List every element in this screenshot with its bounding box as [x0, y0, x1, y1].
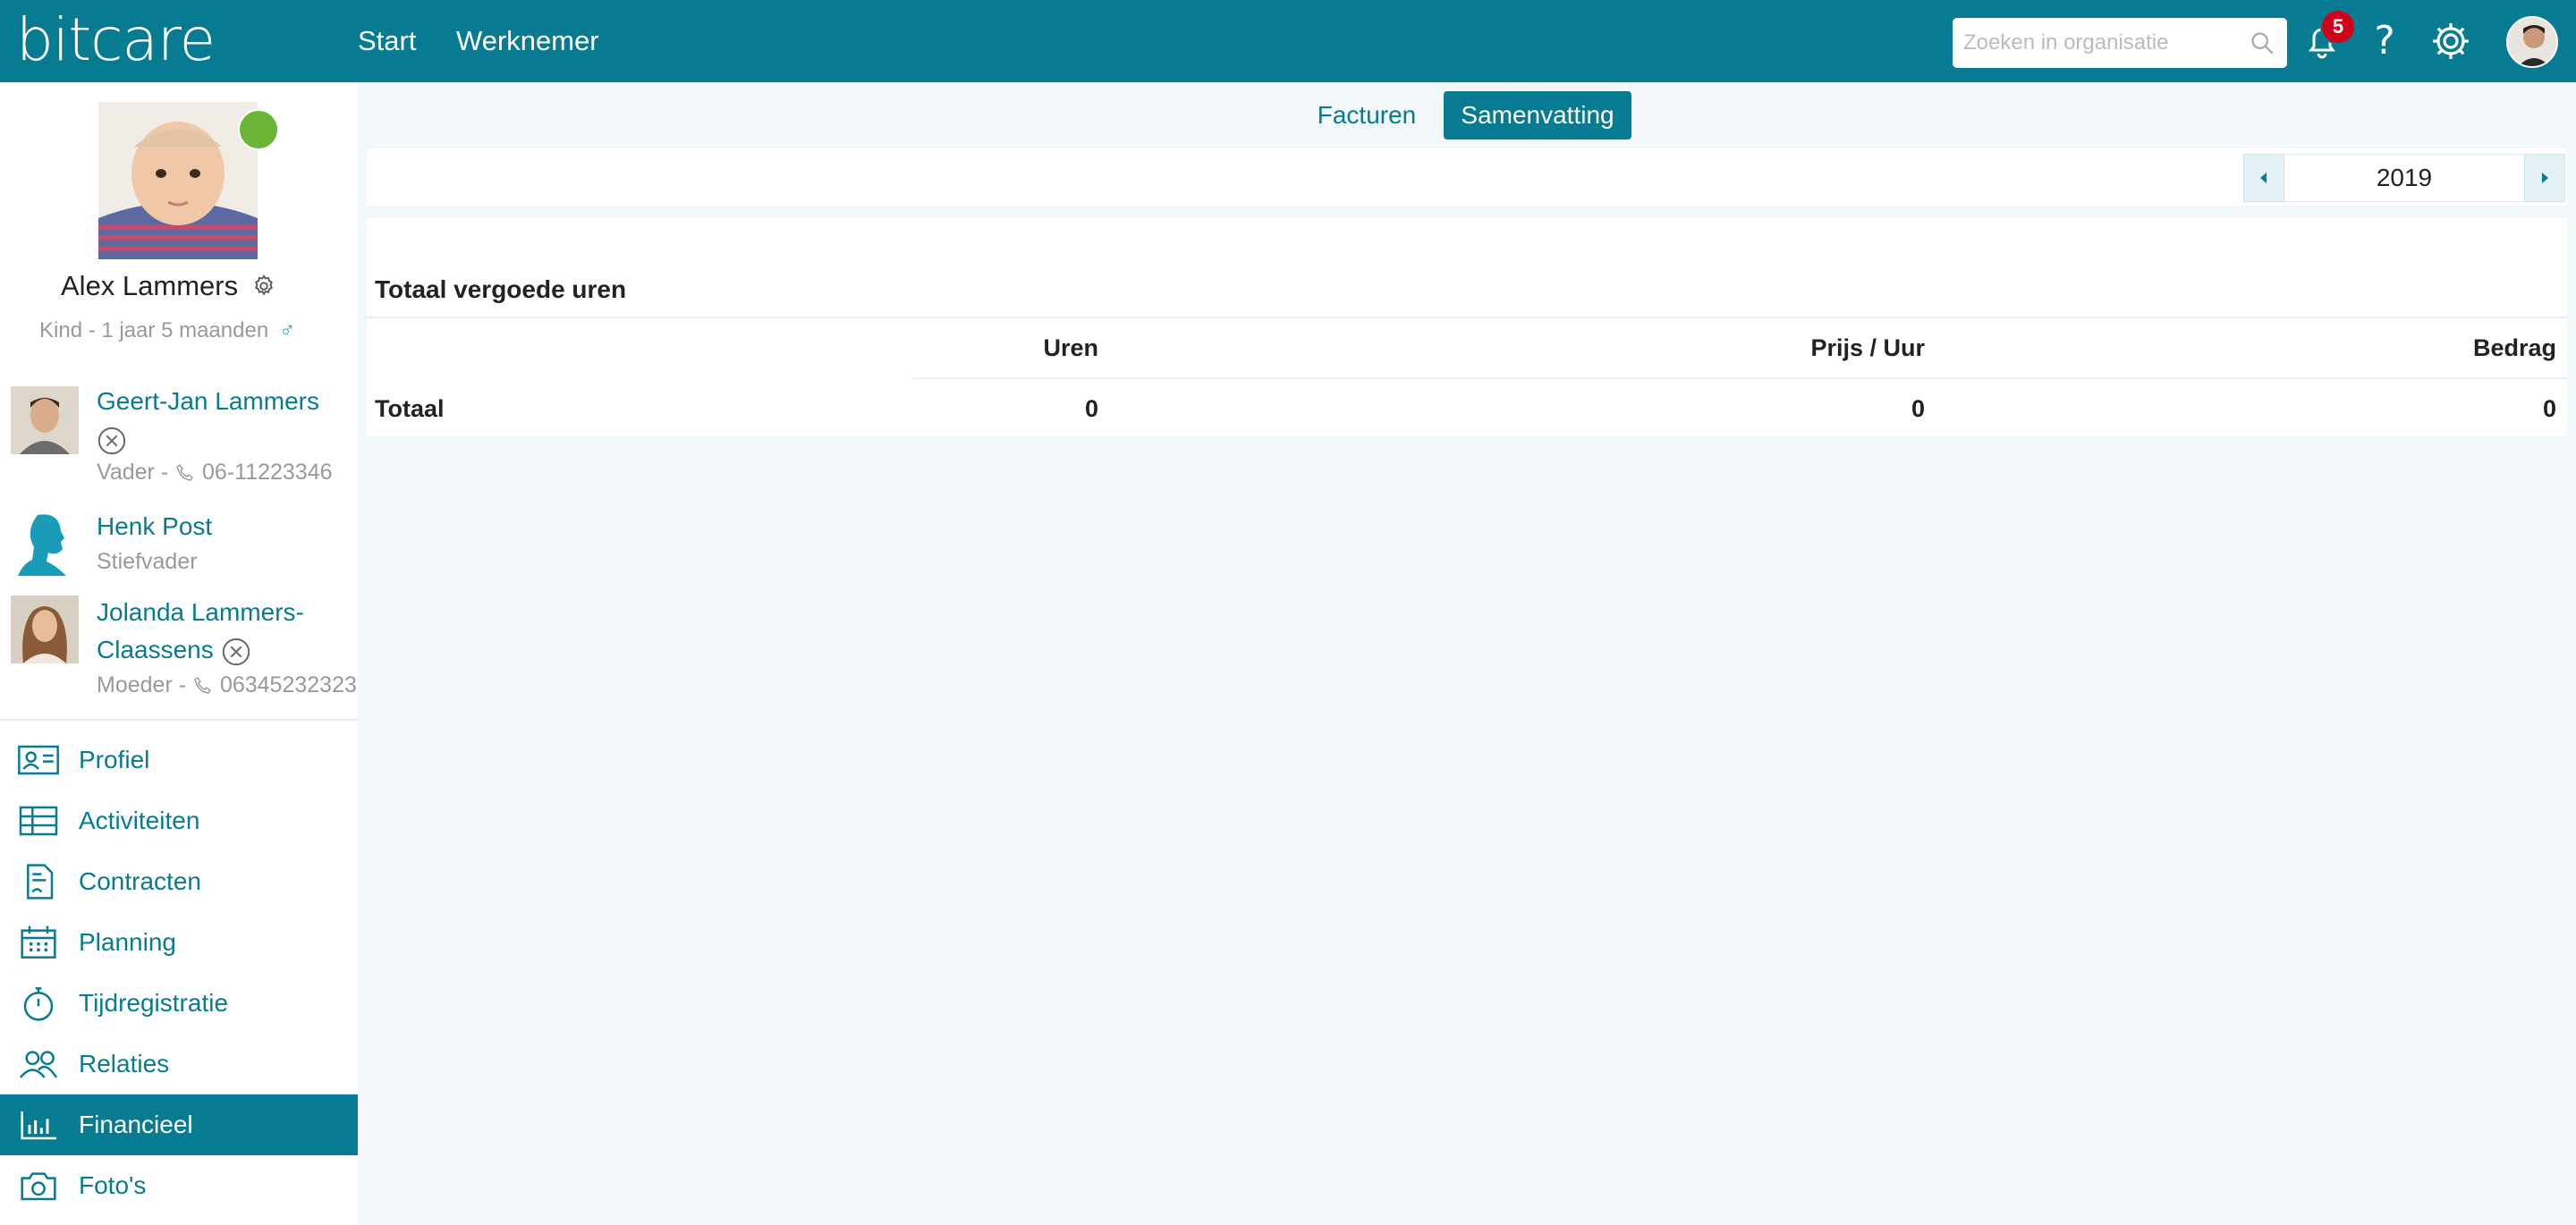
- sidebar-item-label: Relaties: [79, 1050, 170, 1077]
- id-card-icon: [18, 745, 59, 775]
- camera-icon: [21, 1172, 56, 1201]
- relation-name[interactable]: Jolanda Lammers-Claassens: [97, 594, 356, 669]
- table-divider: [367, 317, 2567, 318]
- child-subtitle-row: Kind - 1 jaar 5 maanden ♂: [39, 318, 295, 343]
- top-bar: bitcare Start Werknemer 5 ?: [0, 0, 2576, 82]
- relation-phone[interactable]: 06345232323: [220, 672, 357, 697]
- table-icon: [19, 806, 58, 836]
- remove-relation-icon[interactable]: [221, 637, 251, 667]
- settings-gear-icon[interactable]: [2429, 20, 2472, 63]
- sidebar: Alex Lammers Kind - 1 jaar 5 maanden ♂ G…: [0, 82, 358, 1225]
- year-value[interactable]: 2019: [2284, 154, 2524, 202]
- relation-info: Vader - 06-11223346: [97, 460, 358, 486]
- sidebar-item-fotos[interactable]: Foto's: [0, 1155, 358, 1216]
- child-name-row: Alex Lammers: [61, 270, 277, 302]
- summary-card: Totaal vergoede uren Uren Prijs / Uur Be…: [367, 218, 2567, 436]
- sidebar-item-label: Planning: [79, 928, 176, 956]
- nav-start[interactable]: Start: [358, 0, 416, 82]
- people-icon: [20, 1051, 58, 1078]
- relation-role: Stiefvader: [97, 549, 198, 574]
- sidebar-item-relaties[interactable]: Relaties: [0, 1034, 358, 1094]
- child-subtitle: Kind - 1 jaar 5 maanden: [39, 318, 269, 342]
- sidebar-divider: [0, 719, 358, 721]
- relation-photo[interactable]: [11, 386, 79, 454]
- child-photo: [98, 102, 258, 259]
- child-settings-icon[interactable]: [250, 273, 277, 300]
- relation-photo[interactable]: [11, 508, 79, 576]
- nav-werknemer[interactable]: Werknemer: [456, 0, 599, 82]
- sidebar-item-label: Profiel: [79, 746, 150, 773]
- help-icon[interactable]: ?: [2363, 20, 2406, 63]
- year-selector-bar: 2019: [367, 148, 2567, 206]
- relation-name-text[interactable]: Jolanda Lammers-Claassens: [97, 598, 304, 663]
- sidebar-item-profiel[interactable]: Profiel: [0, 730, 358, 790]
- sidebar-item-label: Activiteiten: [79, 807, 200, 834]
- sidebar-item-tijdregistratie[interactable]: Tijdregistratie: [0, 973, 358, 1034]
- table-divider: [912, 377, 2567, 379]
- relation-name[interactable]: Geert-Jan Lammers: [97, 383, 356, 458]
- column-header-bedrag: Bedrag: [2472, 334, 2556, 361]
- notification-badge[interactable]: 5: [2320, 9, 2356, 45]
- status-indicator: [238, 109, 279, 150]
- relation-phone[interactable]: 06-11223346: [202, 460, 333, 485]
- bitcare-logo[interactable]: bitcare: [16, 5, 216, 74]
- caret-right-icon: [2542, 173, 2548, 183]
- remove-relation-icon[interactable]: [97, 426, 127, 456]
- relation-name-text[interactable]: Geert-Jan Lammers: [97, 387, 319, 415]
- male-icon: ♂: [279, 318, 296, 342]
- summary-title: Totaal vergoede uren: [375, 275, 627, 303]
- phone-icon: [176, 464, 194, 482]
- child-name: Alex Lammers: [61, 270, 239, 301]
- relation-info: Moeder - 06345232323: [97, 672, 358, 698]
- relation-name[interactable]: Henk Post: [97, 508, 356, 545]
- next-year-button[interactable]: [2524, 154, 2565, 202]
- sidebar-item-label: Financieel: [79, 1111, 193, 1138]
- tab-samenvatting[interactable]: Samenvatting: [1444, 91, 1631, 139]
- sidebar-item-activiteiten[interactable]: Activiteiten: [0, 790, 358, 851]
- sidebar-item-financieel[interactable]: Financieel: [0, 1094, 358, 1155]
- sidebar-item-planning[interactable]: Planning: [0, 912, 358, 973]
- tab-facturen[interactable]: Facturen: [1304, 91, 1429, 139]
- relation-role: Moeder -: [97, 672, 192, 697]
- phone-icon: [194, 677, 211, 695]
- sidebar-item-label: Foto's: [79, 1171, 147, 1199]
- user-avatar[interactable]: [2506, 16, 2558, 68]
- search-icon[interactable]: [2250, 30, 2275, 55]
- document-icon: [27, 864, 54, 900]
- previous-year-button[interactable]: [2243, 154, 2284, 202]
- sidebar-menu: Profiel Activiteiten Contracten Planning…: [0, 730, 358, 1216]
- caret-left-icon: [2260, 173, 2267, 183]
- total-bedrag: 0: [2542, 395, 2556, 422]
- sidebar-item-label: Contracten: [79, 867, 201, 895]
- bar-chart-icon: [21, 1111, 56, 1140]
- stopwatch-icon: [23, 987, 54, 1021]
- sidebar-item-label: Tijdregistratie: [79, 989, 229, 1017]
- search-box: [1953, 18, 2287, 68]
- relation-role: Vader -: [97, 460, 175, 485]
- relation-photo[interactable]: [11, 596, 79, 663]
- sidebar-item-contracten[interactable]: Contracten: [0, 851, 358, 912]
- calendar-icon: [21, 925, 56, 959]
- search-input[interactable]: [1953, 18, 2239, 68]
